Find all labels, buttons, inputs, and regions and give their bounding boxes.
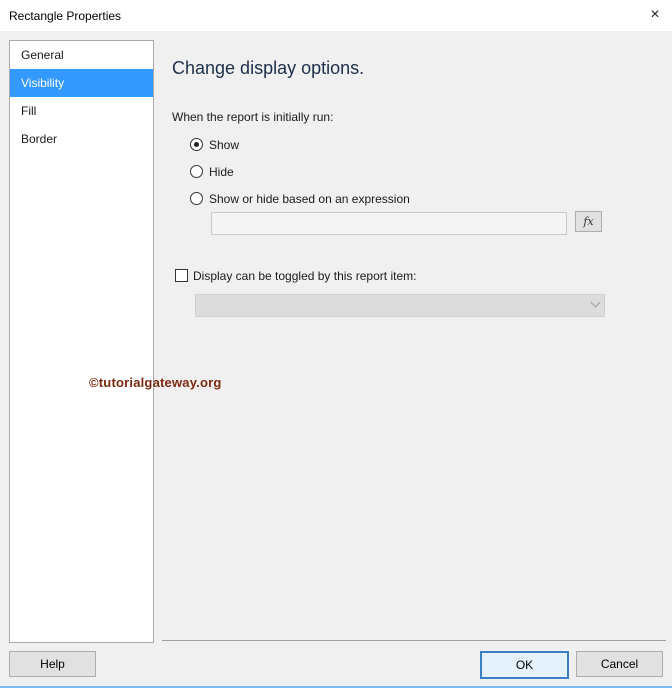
cancel-button[interactable]: Cancel: [576, 651, 663, 677]
footer-divider: [162, 640, 666, 641]
page-title: Change display options.: [172, 58, 365, 78]
ok-button[interactable]: OK: [480, 651, 569, 679]
hide-radio-label[interactable]: Hide: [209, 165, 234, 179]
show-radio[interactable]: [190, 138, 203, 151]
expression-input[interactable]: [211, 212, 567, 235]
window-title: Rectangle Properties: [9, 9, 122, 23]
expression-radio[interactable]: [190, 192, 203, 205]
show-radio-label[interactable]: Show: [209, 138, 239, 152]
toggle-item-select[interactable]: [195, 294, 605, 317]
close-icon[interactable]: ×: [644, 4, 666, 26]
watermark: ©tutorialgateway.org: [89, 375, 222, 390]
sidebar-item-border[interactable]: Border: [10, 125, 153, 153]
sidebar-item-visibility[interactable]: Visibility: [10, 69, 153, 97]
title-bar: Rectangle Properties ×: [0, 0, 672, 31]
toggle-checkbox-label[interactable]: Display can be toggled by this report it…: [193, 269, 416, 283]
help-button[interactable]: Help: [9, 651, 96, 677]
function-icon: fx: [583, 215, 594, 228]
fx-button[interactable]: fx: [575, 211, 602, 232]
initial-run-label: When the report is initially run:: [172, 110, 334, 124]
sidebar-item-fill[interactable]: Fill: [10, 97, 153, 125]
toggle-checkbox[interactable]: [175, 269, 188, 282]
sidebar-nav: General Visibility Fill Border: [9, 40, 154, 643]
chevron-down-icon: [590, 297, 601, 308]
hide-radio[interactable]: [190, 165, 203, 178]
expression-radio-label[interactable]: Show or hide based on an expression: [209, 192, 410, 206]
sidebar-item-general[interactable]: General: [10, 41, 153, 69]
